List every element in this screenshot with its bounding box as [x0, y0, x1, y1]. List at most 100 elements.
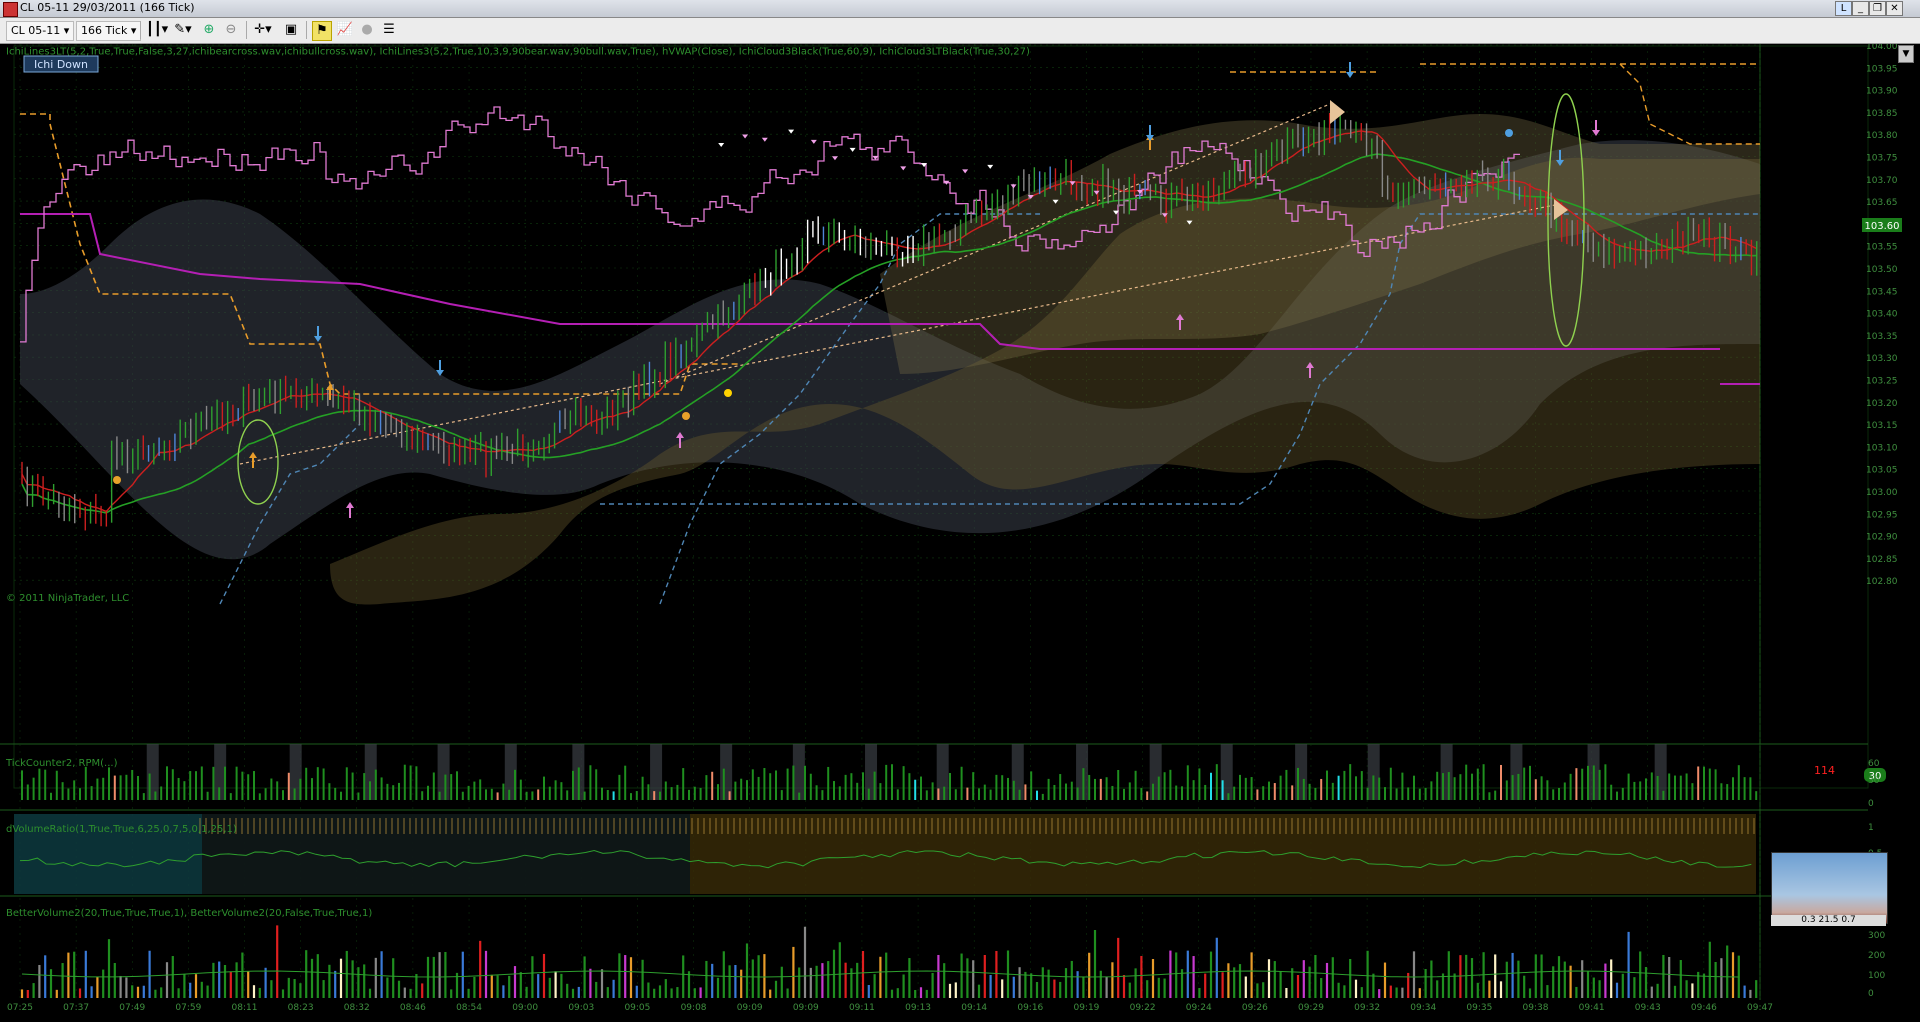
pencil-icon[interactable]: ✎▾	[174, 21, 192, 39]
price-tick-label: 102.85	[1866, 555, 1898, 565]
preview-thumbnail	[1771, 852, 1888, 924]
copyright-label: © 2011 NinjaTrader, LLC	[6, 593, 129, 604]
indicator-caption: IchiLines3LT(5,2,True,True,False,3,27,ic…	[6, 46, 1030, 57]
time-tick-label: 09:16	[1017, 1003, 1043, 1013]
volume-bars	[20, 925, 1758, 998]
close-button[interactable]: ✕	[1886, 1, 1903, 16]
price-tick-label: 103.05	[1866, 466, 1898, 476]
status-badge-label: Ichi Down	[34, 58, 88, 71]
tick-shade	[792, 744, 805, 800]
toolbar-divider	[306, 21, 307, 39]
time-tick-label: 09:24	[1186, 1003, 1212, 1013]
time-tick-label: 08:46	[400, 1003, 426, 1013]
indicators-icon[interactable]: ⚑	[312, 21, 332, 41]
time-tick-label: 09:47	[1747, 1003, 1773, 1013]
price-tick-label: 103.65	[1866, 198, 1898, 208]
time-tick-label: 08:32	[344, 1003, 370, 1013]
price-tick-label: 103.80	[1866, 131, 1898, 141]
time-tick-label: 07:25	[7, 1003, 33, 1013]
time-tick-label: 09:43	[1635, 1003, 1661, 1013]
price-tick-label: 103.00	[1866, 488, 1898, 498]
mini-triangle	[742, 134, 749, 139]
price-tick-label: 103.10	[1866, 443, 1898, 453]
time-tick-label: 09:19	[1073, 1003, 1099, 1013]
volume-axis-label: 100	[1868, 971, 1885, 981]
tick-axis-label: 0	[1868, 799, 1874, 809]
time-tick-label: 07:37	[63, 1003, 89, 1013]
preview-caption: 0.3 21.5 0.7	[1771, 915, 1886, 926]
properties-icon[interactable]: ☰	[380, 21, 398, 39]
mini-triangle	[900, 166, 907, 171]
link-icon[interactable]: L	[1835, 1, 1852, 16]
time-tick-label: 09:32	[1354, 1003, 1380, 1013]
tick-shade	[146, 744, 159, 800]
time-tick-label: 09:46	[1691, 1003, 1717, 1013]
tick-readout: 114	[1814, 764, 1835, 777]
chart-toolbar: CL 05-11 ▾ 166 Tick ▾ ┃┃▾ ✎▾ ⊕ ⊖ ✛▾ ▣ ⚑ …	[0, 18, 1920, 44]
time-tick-label: 08:54	[456, 1003, 482, 1013]
zoom-in-icon[interactable]: ⊕	[200, 21, 218, 39]
crosshair-icon[interactable]: ✛▾	[254, 21, 272, 39]
ratio-shade	[690, 814, 1756, 894]
signal-arrow-head	[1592, 130, 1600, 136]
dot-marker	[724, 389, 732, 397]
mini-triangle	[718, 142, 725, 147]
time-tick-label: 09:14	[961, 1003, 987, 1013]
price-tick-label: 103.85	[1866, 109, 1898, 119]
mini-triangle	[810, 139, 817, 144]
instrument-label: CL 05-11	[11, 24, 61, 37]
chart-canvas[interactable]: IchiLines3LT(5,2,True,True,False,3,27,ic…	[0, 44, 1920, 1022]
tick-shade	[650, 744, 663, 800]
volume-panel-caption: BetterVolume2(20,True,True,True,1), Bett…	[6, 908, 372, 919]
time-tick-label: 09:34	[1410, 1003, 1436, 1013]
period-label: 166 Tick	[81, 24, 128, 37]
mini-triangle	[761, 137, 768, 142]
price-tick-label: 103.15	[1866, 421, 1898, 431]
time-tick-label: 09:41	[1579, 1003, 1605, 1013]
triangle-marker	[1330, 100, 1345, 124]
instrument-selector[interactable]: CL 05-11 ▾	[6, 21, 75, 41]
time-tick-label: 09:26	[1242, 1003, 1268, 1013]
volume-axis-label: 200	[1868, 951, 1885, 961]
time-tick-label: 09:22	[1130, 1003, 1156, 1013]
price-tick-label: 103.70	[1866, 176, 1898, 186]
mini-triangle	[831, 156, 838, 161]
strategies-icon[interactable]: 📈	[336, 21, 354, 39]
bar-style-icon[interactable]: ┃┃▾	[146, 21, 168, 39]
price-tick-label: 103.90	[1866, 87, 1898, 97]
window-icon[interactable]: ▣	[282, 21, 300, 39]
tick-axis-label: 30	[1868, 776, 1880, 786]
price-tick-label: 103.40	[1866, 310, 1898, 320]
time-tick-label: 09:05	[624, 1003, 650, 1013]
price-tick-label: 102.95	[1866, 510, 1898, 520]
title-bar: CL 05-11 29/03/2011 (166 Tick) _ ❐ ✕ L	[0, 0, 1920, 18]
tick-shade	[1295, 744, 1308, 800]
mini-triangle	[1010, 184, 1017, 189]
tick-panel-caption: TickCounter2, RPM(...)	[5, 758, 118, 769]
tick-counter-bars	[21, 744, 1758, 800]
zoom-out-icon[interactable]: ⊖	[222, 21, 240, 39]
price-tick-label: 103.55	[1866, 243, 1898, 253]
price-axis: 104.00 103.95 103.90 103.85 103.80 103.75 103.…	[1866, 44, 1898, 587]
tick-shade	[1149, 744, 1162, 800]
restore-button[interactable]: ❐	[1869, 1, 1886, 16]
minimize-button[interactable]: _	[1852, 1, 1869, 16]
price-tick-label: 103.45	[1866, 287, 1898, 297]
dot-marker	[682, 412, 690, 420]
time-tick-label: 08:11	[232, 1003, 258, 1013]
signal-arrow-head	[1346, 72, 1354, 78]
current-price-label: 103.60	[1865, 221, 1900, 232]
ratio-panel-caption: dVolumeRatio(1,True,True,6,25,0,7,5,0,1,…	[6, 824, 237, 835]
signal-arrow-head	[346, 502, 354, 508]
price-tick-label: 103.50	[1866, 265, 1898, 275]
ratio-axis-label: 1	[1868, 823, 1874, 833]
period-selector[interactable]: 166 Tick ▾	[76, 21, 142, 41]
volume-axis-label: 300	[1868, 931, 1885, 941]
dot-marker	[1505, 129, 1513, 137]
toolbar-divider	[140, 21, 141, 39]
dot-marker	[113, 476, 121, 484]
time-tick-label: 09:00	[512, 1003, 538, 1013]
time-axis: 07:25 07:37 07:49 07:59 08:11 08:23 08:32 08:46…	[7, 1003, 1773, 1013]
volume-axis-label: 0	[1868, 989, 1874, 999]
time-tick-label: 09:35	[1466, 1003, 1492, 1013]
